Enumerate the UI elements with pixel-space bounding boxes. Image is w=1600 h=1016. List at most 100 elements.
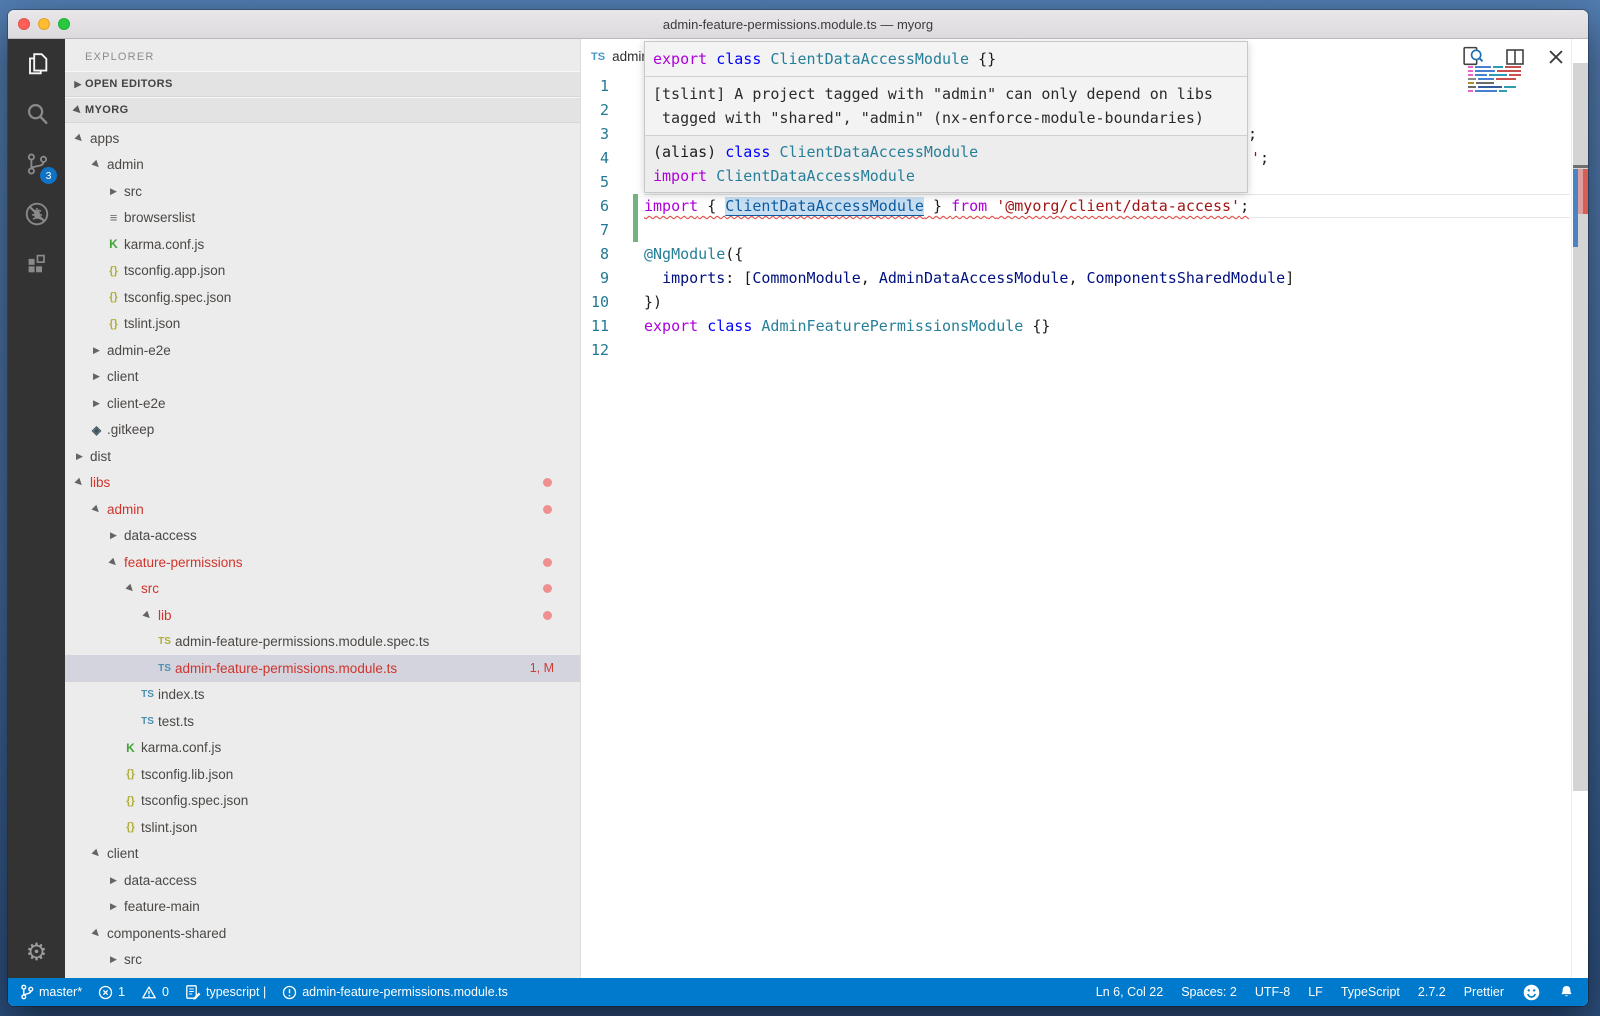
status-2-7-2[interactable]: 2.7.2 — [1418, 985, 1446, 999]
status-1[interactable]: 1 — [98, 985, 125, 1000]
status-bell[interactable] — [1559, 984, 1574, 1000]
activity-search-icon[interactable] — [8, 89, 65, 139]
chevron-collapsed-icon[interactable]: ▶ — [88, 398, 105, 409]
tree-item-admin-e2e[interactable]: ▶admin-e2e — [65, 337, 580, 364]
chevron-expanded-icon[interactable]: ▶ — [121, 579, 141, 599]
chevron-expanded-icon[interactable]: ▶ — [87, 499, 107, 519]
tree-item-src[interactable]: ▶src — [65, 576, 580, 603]
status-typescript[interactable]: typescript | — [185, 984, 266, 1000]
chevron-collapsed-icon[interactable]: ▶ — [88, 345, 105, 356]
tree-item-admin[interactable]: ▶admin — [65, 152, 580, 179]
status-spaces-2[interactable]: Spaces: 2 — [1181, 985, 1237, 999]
json-file-icon: {} — [105, 318, 122, 330]
tree-item-feature-permissions[interactable]: ▶feature-permissions — [65, 549, 580, 576]
chevron-expanded-icon[interactable]: ▶ — [87, 923, 107, 943]
tree-item-src[interactable]: ▶src — [65, 947, 580, 974]
tree-item-tsconfig.spec.json[interactable]: {}tsconfig.spec.json — [65, 788, 580, 815]
activity-explorer-icon[interactable] — [8, 39, 65, 89]
chevron-collapsed-icon[interactable]: ▶ — [105, 901, 122, 912]
status-master[interactable]: master* — [20, 984, 82, 1000]
tree-item-lib[interactable]: ▶lib — [65, 602, 580, 629]
tree-item-label: tslint.json — [141, 820, 197, 835]
error-dot — [543, 505, 552, 514]
tree-item-tsconfig.lib.json[interactable]: {}tsconfig.lib.json — [65, 761, 580, 788]
code-line-10[interactable]: }) — [644, 290, 1570, 314]
chevron-expanded-icon[interactable]: ▶ — [87, 844, 107, 864]
editor-actions — [1461, 39, 1566, 74]
chevron-collapsed-icon[interactable]: ▶ — [88, 371, 105, 382]
tree-item-data-access[interactable]: ▶data-access — [65, 523, 580, 550]
tree-item-tslint.json[interactable]: {}tslint.json — [65, 814, 580, 841]
chevron-expanded-icon[interactable]: ▶ — [138, 605, 158, 625]
tree-item-client[interactable]: ▶client — [65, 364, 580, 391]
tree-item-client-e2e[interactable]: ▶client-e2e — [65, 390, 580, 417]
open-changes-icon[interactable] — [1461, 45, 1484, 68]
chevron-collapsed-icon[interactable]: ▶ — [71, 451, 88, 462]
chevron-expanded-icon[interactable]: ▶ — [70, 473, 90, 493]
code-token — [987, 197, 996, 215]
tree-item-tslint.json[interactable]: {}tslint.json — [65, 311, 580, 338]
code-line-9[interactable]: imports: [CommonModule, AdminDataAccessM… — [644, 266, 1570, 290]
status-0[interactable]: 0 — [141, 985, 169, 1000]
clientdataaccessmodule-link[interactable]: ClientDataAccessModule — [725, 197, 924, 215]
tree-item-admin[interactable]: ▶admin — [65, 496, 580, 523]
code-line-12[interactable] — [644, 338, 1570, 362]
overview-ruler[interactable] — [1571, 39, 1588, 978]
activity-extensions-icon[interactable] — [8, 239, 65, 289]
chevron-expanded-icon[interactable]: ▶ — [104, 552, 124, 572]
status-ln-6-col-22[interactable]: Ln 6, Col 22 — [1096, 985, 1163, 999]
tree-item-apps[interactable]: ▶apps — [65, 125, 580, 152]
tree-item-karma.conf.js[interactable]: Kkarma.conf.js — [65, 231, 580, 258]
chevron-collapsed-icon[interactable]: ▶ — [105, 954, 122, 965]
tree-item-tsconfig.spec.json[interactable]: {}tsconfig.spec.json — [65, 284, 580, 311]
gear-icon[interactable]: ⚙ — [26, 938, 48, 966]
tree-item-data-access[interactable]: ▶data-access — [65, 867, 580, 894]
editor-pane[interactable]: TS admin-feature-permissions.module.ts 1… — [581, 39, 1588, 978]
tree-item-label: client-e2e — [107, 396, 166, 411]
tree-item-client[interactable]: ▶client — [65, 841, 580, 868]
section-myorg[interactable]: ▶ MYORG — [65, 97, 580, 123]
tree-item-libs[interactable]: ▶libs — [65, 470, 580, 497]
chevron-collapsed-icon[interactable]: ▶ — [105, 530, 122, 541]
tree-item-tsconfig.app.json[interactable]: {}tsconfig.app.json — [65, 258, 580, 285]
chevron-expanded-icon[interactable]: ▶ — [87, 155, 107, 175]
status-utf-8[interactable]: UTF-8 — [1255, 985, 1290, 999]
activity-source-control-icon[interactable]: 3 — [8, 139, 65, 189]
tree-item-.gitkeep[interactable]: ◈.gitkeep — [65, 417, 580, 444]
code-token — [698, 317, 707, 335]
chevron-collapsed-icon[interactable]: ▶ — [105, 186, 122, 197]
main-area: 3⚙ EXPLORER ▶ OPEN EDITORS ▶ MYORG ▶apps… — [8, 39, 1588, 978]
tree-item-feature-main[interactable]: ▶feature-main — [65, 894, 580, 921]
tree-item-karma.conf.js[interactable]: Kkarma.conf.js — [65, 735, 580, 762]
status-smiley[interactable] — [1522, 983, 1541, 1002]
tree-item-label: lib — [158, 608, 172, 623]
status-label: typescript | — [206, 985, 266, 999]
status-label: 0 — [162, 985, 169, 999]
code-line-11[interactable]: export class AdminFeaturePermissionsModu… — [644, 314, 1570, 338]
chevron-expanded-icon[interactable]: ▶ — [70, 128, 90, 148]
status-typescript[interactable]: TypeScript — [1341, 985, 1400, 999]
titlebar[interactable]: admin-feature-permissions.module.ts — my… — [8, 10, 1588, 39]
code-line-8[interactable]: @NgModule({ — [644, 242, 1570, 266]
tree-item-src[interactable]: ▶src — [65, 178, 580, 205]
code-line-6[interactable]: import { ClientDataAccessModule } from '… — [644, 194, 1570, 218]
close-icon[interactable] — [1546, 47, 1566, 67]
tree-item-components-shared[interactable]: ▶components-shared — [65, 920, 580, 947]
status-lf[interactable]: LF — [1308, 985, 1323, 999]
tree-item-browserslist[interactable]: ≡browserslist — [65, 205, 580, 232]
section-open-editors[interactable]: ▶ OPEN EDITORS — [65, 71, 580, 97]
tree-item-dist[interactable]: ▶dist — [65, 443, 580, 470]
minimap-segment — [1509, 74, 1521, 76]
split-editor-icon[interactable] — [1504, 46, 1526, 68]
line-number: 11 — [581, 314, 644, 338]
chevron-collapsed-icon[interactable]: ▶ — [105, 875, 122, 886]
status-prettier[interactable]: Prettier — [1464, 985, 1504, 999]
error-dot — [543, 584, 552, 593]
tree-item-admin-feature-permissions.module.spec.ts[interactable]: TSadmin-feature-permissions.module.spec.… — [65, 629, 580, 656]
tree-item-admin-feature-permissions.module.ts[interactable]: TSadmin-feature-permissions.module.ts1, … — [65, 655, 580, 682]
tree-item-test.ts[interactable]: TStest.ts — [65, 708, 580, 735]
status-admin-feature-permissions-module-ts[interactable]: admin-feature-permissions.module.ts — [282, 985, 508, 1000]
activity-debug-icon[interactable] — [8, 189, 65, 239]
code-line-7[interactable] — [644, 218, 1570, 242]
tree-item-index.ts[interactable]: TSindex.ts — [65, 682, 580, 709]
